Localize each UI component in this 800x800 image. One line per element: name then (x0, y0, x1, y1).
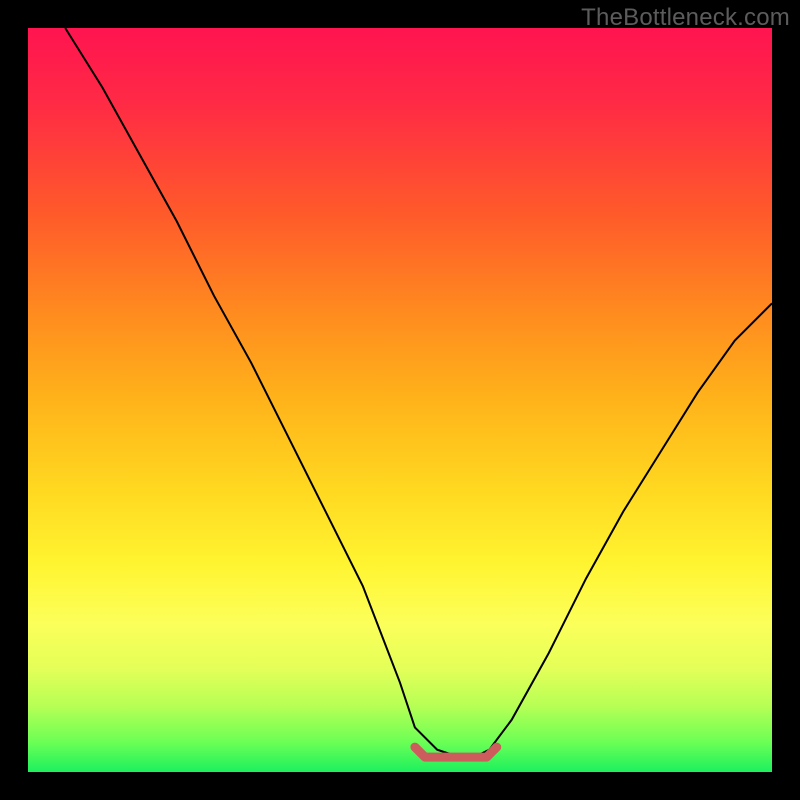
watermark-text: TheBottleneck.com (581, 4, 790, 32)
bottleneck-curve (65, 28, 772, 757)
chart-frame: TheBottleneck.com (0, 0, 800, 800)
curve-svg (28, 28, 772, 772)
plot-area (28, 28, 772, 772)
